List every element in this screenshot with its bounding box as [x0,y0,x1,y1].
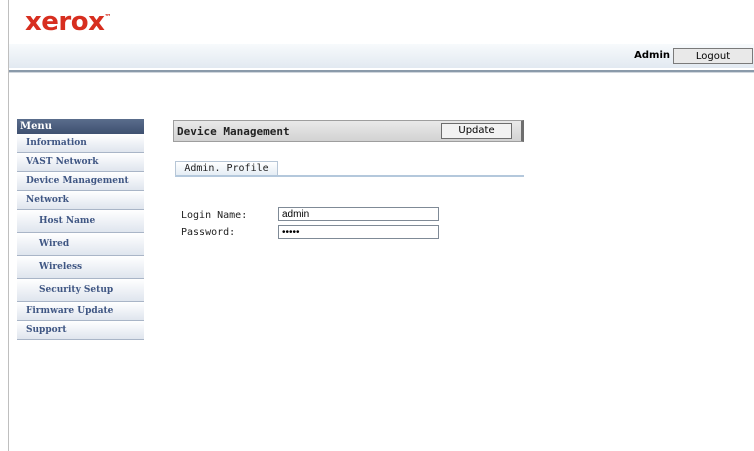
login-name-label: Login Name: [181,210,248,221]
update-button[interactable]: Update [441,123,512,139]
password-label: Password: [181,227,236,238]
logout-button[interactable]: Logout [673,48,753,64]
current-user-label: Admin [634,50,670,61]
sidebar-item-security-setup[interactable]: Security Setup [17,279,144,302]
sidebar-item-wireless[interactable]: Wireless [17,256,144,279]
page-title: Device Management [177,125,290,138]
top-divider-light [9,72,754,73]
sidebar-item-support[interactable]: Support [17,321,144,340]
xerox-logo: xerox™ [25,7,111,37]
sidebar-item-host-name[interactable]: Host Name [17,210,144,233]
sidebar-item-firmware-update[interactable]: Firmware Update [17,302,144,321]
panel-header: Device Management Update [173,120,524,142]
sidebar-item-information[interactable]: Information [17,134,144,153]
login-name-input[interactable] [278,207,439,221]
sidebar-title: Menu [17,119,144,134]
tab-admin-profile[interactable]: Admin. Profile [175,161,278,176]
sidebar-item-wired[interactable]: Wired [17,233,144,256]
sidebar-item-network[interactable]: Network [17,191,144,210]
sidebar-item-device-management[interactable]: Device Management [17,172,144,191]
sidebar-item-vast-network[interactable]: VAST Network [17,153,144,172]
sidebar-menu: Menu Information VAST Network Device Man… [17,119,144,340]
password-input[interactable] [278,225,439,239]
tab-underline [175,175,524,177]
